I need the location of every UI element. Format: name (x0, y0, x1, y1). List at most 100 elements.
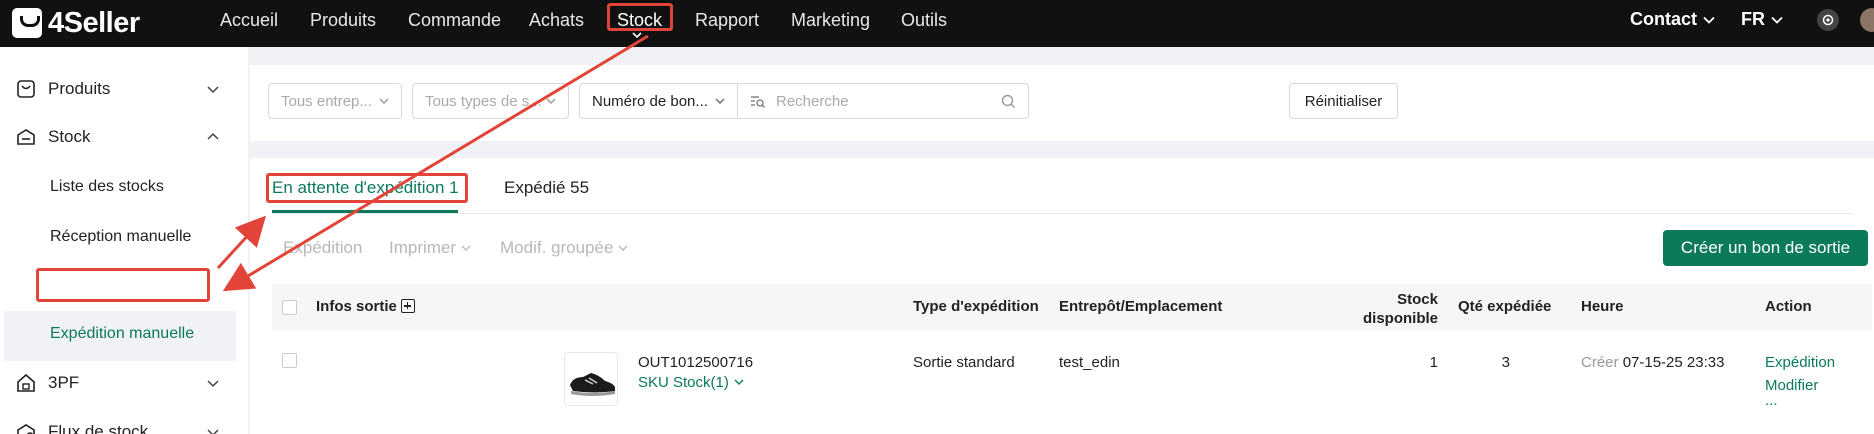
chevron-down-icon (207, 380, 219, 388)
created-time-value: 07-15-25 23:33 (1622, 354, 1725, 371)
chevron-down-icon (546, 98, 556, 104)
bulk-edit-menu[interactable]: Modif. groupée (500, 238, 628, 258)
main-content: En attente d'expédition 1 Expédié 55 Exp… (250, 158, 1874, 434)
sidebar-item-flux-de-stock[interactable]: Flux de stock (0, 412, 248, 434)
expedition-action-link[interactable]: Expédition (1765, 354, 1835, 371)
sidebar-item-label: Expédition manuelle (50, 325, 195, 342)
select-all-checkbox[interactable] (282, 300, 297, 315)
chevron-down-icon (715, 98, 725, 104)
row-checkbox[interactable] (282, 353, 297, 368)
sidebar-item-label: Stock (48, 127, 91, 146)
avatar[interactable] (1860, 8, 1874, 32)
chevron-down-icon (632, 32, 642, 39)
tab-active-indicator (272, 210, 458, 213)
annotation-box-expedition-manuelle (36, 268, 210, 302)
col-action: Action (1765, 298, 1812, 315)
available-stock: 1 (1429, 354, 1438, 371)
bag-icon (17, 80, 35, 98)
nav-item-commande[interactable]: Commande (408, 9, 501, 31)
expedition-toolbar-button[interactable]: Expédition (283, 238, 362, 258)
top-nav-bar: 4Seller Accueil Produits Commande Achats… (0, 0, 1874, 47)
type-select[interactable]: Tous types de s... (412, 83, 569, 119)
col-entrepot: Entrepôt/Emplacement (1059, 298, 1223, 315)
sidebar-item-label: Produits (48, 79, 111, 98)
reset-button[interactable]: Réinitialiser (1289, 83, 1398, 119)
search-placeholder: Recherche (776, 92, 849, 110)
house-icon (17, 373, 35, 392)
type-select-value: Tous types de s... (425, 92, 542, 110)
nav-item-accueil[interactable]: Accueil (220, 9, 278, 31)
expedition-toolbar-label: Expédition (283, 238, 363, 257)
product-thumbnail[interactable] (564, 352, 618, 406)
created-time-label: Créer (1581, 354, 1619, 371)
list-search-icon (751, 96, 765, 108)
chevron-down-icon (461, 245, 471, 251)
sidebar-item-stock[interactable]: Stock (0, 117, 248, 157)
number-type-select[interactable]: Numéro de bon... (579, 83, 738, 119)
flow-icon (17, 424, 35, 434)
sidebar-item-label: Flux de stock (48, 422, 149, 434)
chevron-down-icon (1771, 16, 1783, 24)
warehouse-icon (17, 129, 35, 145)
warehouse-select-value: Tous entrep... (281, 92, 372, 110)
sidebar-item-label: 3PF (48, 373, 80, 392)
col-infos-label: Infos sortie (316, 298, 397, 315)
number-type-select-value: Numéro de bon... (592, 92, 708, 110)
chevron-down-icon (1703, 16, 1715, 24)
logo-text: 4Seller (48, 6, 140, 39)
table-header: Infos sortie Type d'expédition Entrepôt/… (272, 284, 1872, 330)
sidebar-item-3pf[interactable]: 3PF (0, 363, 248, 403)
bulk-edit-label: Modif. groupée (500, 238, 614, 257)
chevron-down-icon (618, 245, 628, 251)
created-time: Créer 07-15-25 23:33 (1581, 354, 1724, 371)
logo-icon (12, 8, 42, 38)
col-infos-sortie: Infos sortie (316, 298, 415, 315)
tab-divider (272, 213, 1852, 214)
nav-item-achats[interactable]: Achats (529, 9, 584, 31)
nav-item-produits[interactable]: Produits (310, 9, 376, 31)
gear-icon[interactable] (1817, 9, 1839, 31)
expand-plus-icon[interactable] (400, 299, 415, 313)
shoe-image-icon (570, 373, 615, 396)
tab-shipped[interactable]: Expédié 55 (504, 178, 589, 198)
search-input[interactable]: Recherche (737, 83, 1029, 119)
warehouse-select[interactable]: Tous entrep... (268, 83, 402, 119)
search-icon[interactable] (1001, 94, 1016, 109)
annotation-box-stock (607, 3, 673, 31)
shipment-type: Sortie standard (913, 354, 1015, 371)
more-actions-link[interactable]: ... (1765, 392, 1778, 409)
nav-item-outils[interactable]: Outils (901, 9, 947, 31)
print-menu-label: Imprimer (389, 238, 457, 257)
filter-panel: Tous entrep... Tous types de s... Numéro… (250, 65, 1874, 141)
warehouse-location: test_edin (1059, 354, 1120, 371)
language-menu[interactable]: FR (1741, 9, 1783, 30)
col-stock-line2: disponible (1363, 310, 1438, 327)
contact-label: Contact (1630, 9, 1697, 29)
chevron-down-icon (379, 98, 389, 104)
sidebar: Produits Stock Liste des stocks Réceptio… (0, 47, 248, 434)
col-stock-disponible: Stock disponible (1322, 290, 1438, 328)
shipped-qty: 3 (1501, 354, 1510, 371)
chevron-down-icon (207, 86, 219, 94)
col-stock-line1: Stock (1397, 291, 1438, 308)
chevron-down-icon (734, 379, 744, 385)
contact-menu[interactable]: Contact (1630, 9, 1715, 30)
print-menu[interactable]: Imprimer (389, 238, 471, 258)
logo[interactable]: 4Seller (12, 5, 140, 41)
col-heure: Heure (1581, 298, 1624, 315)
chevron-down-icon (207, 429, 219, 434)
nav-item-rapport[interactable]: Rapport (695, 9, 759, 31)
sku-stock-link[interactable]: SKU Stock(1) (638, 374, 744, 391)
annotation-box-pending-tab (266, 173, 468, 203)
sidebar-item-reception-manuelle[interactable]: Réception manuelle (50, 228, 191, 246)
nav-item-marketing[interactable]: Marketing (791, 9, 870, 31)
sidebar-item-produits[interactable]: Produits (0, 69, 248, 109)
create-exit-voucher-button[interactable]: Créer un bon de sortie (1663, 230, 1868, 266)
chevron-up-icon (207, 132, 219, 140)
order-number[interactable]: OUT1012500716 (638, 354, 753, 371)
language-label: FR (1741, 9, 1765, 29)
sku-stock-label: SKU Stock(1) (638, 374, 729, 391)
sidebar-item-liste-des-stocks[interactable]: Liste des stocks (50, 178, 164, 196)
col-qte-expediee: Qté expédiée (1458, 298, 1552, 315)
col-type-expedition: Type d'expédition (913, 298, 1039, 315)
